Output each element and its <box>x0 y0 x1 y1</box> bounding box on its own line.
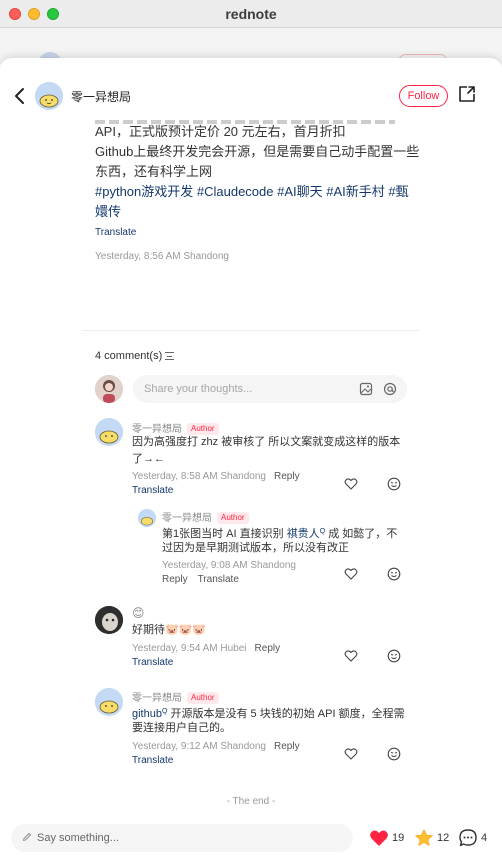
title-bar: rednote <box>0 0 502 28</box>
comment-translate-link[interactable]: Translate <box>132 485 173 496</box>
heart-filled-icon <box>370 830 388 846</box>
comment-time: Yesterday, 8:58 AM Shandong <box>132 471 266 482</box>
heart-icon[interactable] <box>344 567 358 581</box>
reply-translate-link[interactable]: Translate <box>198 574 239 585</box>
collect-stat[interactable]: 12 <box>414 828 454 848</box>
heart-icon[interactable] <box>344 747 358 761</box>
comment-meta: Yesterday, 9:54 AM Hubei Reply <box>132 643 280 654</box>
comment-count-label: 4 comment(s) <box>95 350 163 362</box>
say-something-placeholder: Say something... <box>37 832 119 844</box>
emoji-reaction-icon[interactable] <box>387 747 401 761</box>
say-something-input[interactable]: Say something... <box>11 824 353 852</box>
image-icon[interactable] <box>359 382 373 396</box>
reply-button[interactable]: Reply <box>274 471 300 482</box>
reply-text-line: 过因为是早期测试版本，所以没有改正 <box>162 542 349 554</box>
comment-input-placeholder: Share your thoughts... <box>144 383 253 395</box>
divider <box>82 330 420 331</box>
note-detail-panel: 零一异想局 Follow API，正式版预计定价 20 元左右，首月折扣 Git… <box>0 58 502 859</box>
reply-text-part: 成 如懿了，不 <box>325 528 398 540</box>
reply-actions: Reply Translate <box>162 574 239 585</box>
github-link[interactable]: github <box>132 708 162 720</box>
star-filled-icon <box>415 829 433 846</box>
share-icon[interactable] <box>458 85 476 103</box>
emoji-reaction-icon[interactable] <box>387 649 401 663</box>
note-content: API，正式版预计定价 20 元左右，首月折扣 Github上最终开发完会开源，… <box>0 120 502 816</box>
emoji-reaction-icon[interactable] <box>387 477 401 491</box>
comment-avatar[interactable] <box>95 418 123 446</box>
post-meta: Yesterday, 8:56 AM Shandong <box>95 251 229 262</box>
follow-button[interactable]: Follow <box>399 85 448 107</box>
post-text-line: Github上最终开发完会开源，但是需要自己动手配置一些 <box>95 144 420 159</box>
post-translate-link[interactable]: Translate <box>95 227 136 238</box>
reply-time: Yesterday, 9:08 AM Shandong <box>162 560 296 571</box>
comment-text-line: 因为高强度打 zhz 被审核了 所以文案就变成这样的版本 <box>132 436 401 448</box>
comment-meta: Yesterday, 9:12 AM Shandong Reply <box>132 741 300 752</box>
like-count: 19 <box>392 832 405 844</box>
reply-button[interactable]: Reply <box>162 574 188 585</box>
comment-time: Yesterday, 9:12 AM Shandong <box>132 741 266 752</box>
comment-bubble-icon <box>459 829 477 847</box>
post-tags-line[interactable]: #python游戏开发 #Claudecode #AI聊天 #AI新手村 #甄 <box>95 182 409 202</box>
heart-icon[interactable] <box>344 477 358 491</box>
comment-avatar[interactable] <box>95 606 123 634</box>
reply-button[interactable]: Reply <box>255 643 281 654</box>
end-marker: - The end - <box>226 796 276 807</box>
window-title: rednote <box>225 6 277 22</box>
comment-meta: Yesterday, 8:58 AM Shandong Reply <box>132 471 300 482</box>
sort-icon[interactable] <box>165 352 175 361</box>
heart-icon[interactable] <box>344 649 358 663</box>
comment-translate-link[interactable]: Translate <box>132 755 173 766</box>
comment-input[interactable]: Share your thoughts... <box>133 375 407 403</box>
comment-author[interactable]: 零一异想局 Author <box>132 689 219 704</box>
comment-text-line: 了→← <box>132 453 165 465</box>
comment-total: 4 <box>481 832 488 844</box>
comment-avatar[interactable] <box>95 688 123 716</box>
comment-author[interactable]: 😊 <box>132 606 145 620</box>
comment-text-part: 开源版本是没有 5 块钱的初始 API 额度，全程需 <box>167 708 405 720</box>
app-window: rednote 零一异想局 Follow API，正式版预计定价 20 元左右，… <box>0 0 502 859</box>
comment-count[interactable]: 4 comment(s) <box>95 350 175 362</box>
mention-icon[interactable] <box>383 382 397 396</box>
reply-author[interactable]: 零一异想局 Author <box>162 509 249 524</box>
comment-time: Yesterday, 9:54 AM Hubei <box>132 643 247 654</box>
comment-author[interactable]: 零一异想局 Author <box>132 420 219 435</box>
author-avatar[interactable] <box>35 82 63 110</box>
bottom-bar: Say something... 19 12 4 <box>0 816 502 859</box>
emoji-reaction-icon[interactable] <box>387 567 401 581</box>
comment-translate-link[interactable]: Translate <box>132 657 173 668</box>
reply-button[interactable]: Reply <box>274 741 300 752</box>
post-text-line: 东西，还有科学上网 <box>95 164 213 179</box>
comment-text-line: 要连接用户自己的。 <box>132 722 231 734</box>
mention-link[interactable]: 祺贵人 <box>287 528 320 540</box>
reply-avatar[interactable] <box>138 509 156 527</box>
back-arrow-icon[interactable] <box>12 86 28 106</box>
collect-count: 12 <box>437 832 450 844</box>
comment-text-line: 好期待🐷🐷🐷 <box>132 624 207 636</box>
note-header: 零一异想局 Follow <box>0 58 502 120</box>
post-text-line: API，正式版预计定价 20 元左右，首月折扣 <box>95 124 346 139</box>
my-avatar <box>95 375 123 403</box>
pen-icon <box>23 833 31 841</box>
reply-text-part: 第1张图当时 AI 直接识别 <box>162 528 287 540</box>
author-name[interactable]: 零一异想局 <box>71 88 131 105</box>
comment-stat[interactable]: 4 <box>458 828 498 848</box>
post-tags-line[interactable]: 嬛传 <box>95 202 121 222</box>
like-stat[interactable]: 19 <box>369 828 409 848</box>
